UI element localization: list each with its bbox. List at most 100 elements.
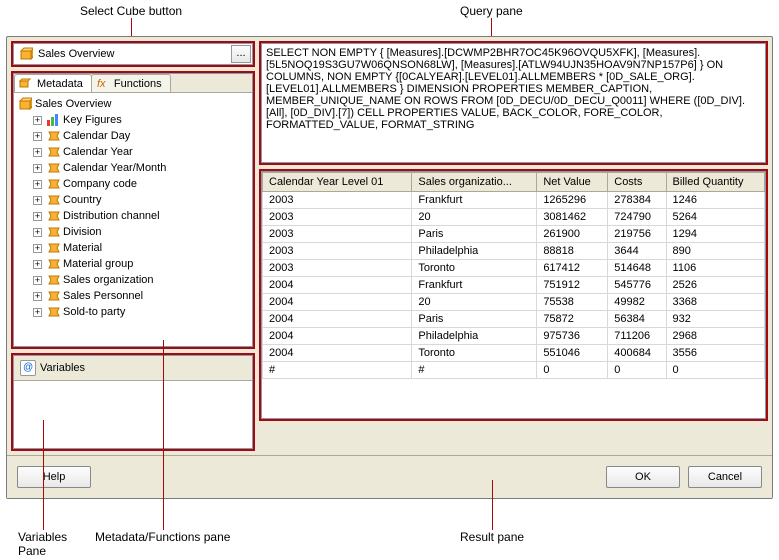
cell: 751912 <box>537 277 608 294</box>
column-header[interactable]: Billed Quantity <box>666 173 764 192</box>
annotation-metadata-pane: Metadata/Functions pane <box>95 530 230 544</box>
cell: 890 <box>666 243 764 260</box>
variables-body[interactable] <box>14 381 252 448</box>
cell: 88818 <box>537 243 608 260</box>
cell: 2003 <box>263 209 412 226</box>
tree-item[interactable]: + Material <box>16 240 250 256</box>
variables-title: Variables <box>40 362 85 374</box>
help-button[interactable]: Help <box>17 466 91 488</box>
tree-item[interactable]: +Sales organization <box>16 272 250 288</box>
cell: 75538 <box>537 294 608 311</box>
column-header[interactable]: Sales organizatio... <box>412 173 537 192</box>
tree-item[interactable]: +Key Figures <box>16 112 250 128</box>
cell: 2968 <box>666 328 764 345</box>
table-row[interactable]: 20032030814627247905264 <box>263 209 765 226</box>
cell: Philadelphia <box>412 243 537 260</box>
cell: 3081462 <box>537 209 608 226</box>
tree-item-label: Distribution channel <box>63 210 160 222</box>
table-row[interactable]: 2003Paris2619002197561294 <box>263 226 765 243</box>
expander-icon[interactable]: + <box>33 180 42 189</box>
cell: 75872 <box>537 311 608 328</box>
cell: 2003 <box>263 260 412 277</box>
tree-item[interactable]: +Country <box>16 192 250 208</box>
table-row[interactable]: 2004Philadelphia9757367112062968 <box>263 328 765 345</box>
table-row[interactable]: ##000 <box>263 362 765 379</box>
tree-item[interactable]: + Sold-to party <box>16 304 250 320</box>
cell: 1265296 <box>537 192 608 209</box>
cell: 261900 <box>537 226 608 243</box>
column-header[interactable]: Calendar Year Level 01 <box>263 173 412 192</box>
tree-item[interactable]: +Calendar Year <box>16 144 250 160</box>
table-row[interactable]: 2003Toronto6174125146481106 <box>263 260 765 277</box>
table-row[interactable]: 2004Toronto5510464006843556 <box>263 345 765 362</box>
expander-icon[interactable]: + <box>33 132 42 141</box>
expander-icon[interactable]: + <box>33 148 42 157</box>
cell: 3644 <box>608 243 666 260</box>
cell: 2004 <box>263 311 412 328</box>
tab-functions-label: Functions <box>114 78 162 90</box>
tab-metadata[interactable]: Metadata <box>14 74 92 92</box>
cell: 0 <box>537 362 608 379</box>
expander-icon[interactable]: + <box>33 308 42 317</box>
cell: 514648 <box>608 260 666 277</box>
cell: 0 <box>608 362 666 379</box>
cancel-button[interactable]: Cancel <box>688 466 762 488</box>
tabs: Metadata fx Functions <box>14 74 252 93</box>
cube-name: Sales Overview <box>38 48 230 60</box>
tree-item[interactable]: + Company code <box>16 176 250 192</box>
tree-item-label: Material <box>63 242 102 254</box>
table-row[interactable]: 2004Frankfurt7519125457762526 <box>263 277 765 294</box>
tree-item-label: Calendar Year/Month <box>63 162 166 174</box>
tree-item[interactable]: +Division <box>16 224 250 240</box>
tree-item[interactable]: + Calendar Year/Month <box>16 160 250 176</box>
annotation-select-cube: Select Cube button <box>80 4 182 18</box>
cell: 1106 <box>666 260 764 277</box>
tree-item-label: Sold-to party <box>63 306 125 318</box>
expander-icon[interactable]: + <box>33 292 42 301</box>
expander-icon[interactable]: + <box>33 212 42 221</box>
tree-item[interactable]: +Sales Personnel <box>16 288 250 304</box>
table-row[interactable]: 2003Philadelphia888183644890 <box>263 243 765 260</box>
expander-icon[interactable]: + <box>33 116 42 125</box>
dimension-icon <box>46 209 60 223</box>
expander-icon[interactable]: + <box>33 276 42 285</box>
cell: 1294 <box>666 226 764 243</box>
annotation-result-pane: Result pane <box>460 530 524 544</box>
column-header[interactable]: Costs <box>608 173 666 192</box>
table-row[interactable]: 2003Frankfurt12652962783841246 <box>263 192 765 209</box>
cube-selector[interactable]: Sales Overview ... <box>13 43 253 65</box>
tree-root[interactable]: Sales Overview <box>16 96 250 112</box>
cell: 400684 <box>608 345 666 362</box>
table-row[interactable]: 20042075538499823368 <box>263 294 765 311</box>
cell: 2003 <box>263 226 412 243</box>
tree-item[interactable]: +Material group <box>16 256 250 272</box>
cell: 2003 <box>263 192 412 209</box>
annotation-query-pane: Query pane <box>460 4 523 18</box>
metadata-tree[interactable]: Sales Overview +Key Figures+Calendar Day… <box>14 93 252 346</box>
cube-icon <box>18 97 32 111</box>
tree-item[interactable]: + Distribution channel <box>16 208 250 224</box>
tree-item-label: Calendar Day <box>63 130 130 142</box>
ok-button[interactable]: OK <box>606 466 680 488</box>
metadata-icon <box>19 77 33 91</box>
table-row[interactable]: 2004Paris7587256384932 <box>263 311 765 328</box>
dimension-icon <box>46 225 60 239</box>
result-grid[interactable]: Calendar Year Level 01Sales organizatio.… <box>262 172 765 379</box>
cell: 0 <box>666 362 764 379</box>
expander-icon[interactable]: + <box>33 196 42 205</box>
tree-item-label: Company code <box>63 178 137 190</box>
tab-functions[interactable]: fx Functions <box>91 74 171 92</box>
column-header[interactable]: Net Value <box>537 173 608 192</box>
dimension-icon <box>46 273 60 287</box>
tree-item[interactable]: + Calendar Day <box>16 128 250 144</box>
dimension-icon <box>46 289 60 303</box>
expander-icon[interactable]: + <box>33 164 42 173</box>
select-cube-button[interactable]: ... <box>231 45 251 63</box>
cell: 3368 <box>666 294 764 311</box>
mdx-query-input[interactable] <box>262 44 765 162</box>
expander-icon[interactable]: + <box>33 260 42 269</box>
expander-icon[interactable]: + <box>33 244 42 253</box>
cell: 278384 <box>608 192 666 209</box>
variables-header[interactable]: @ Variables <box>14 356 252 381</box>
expander-icon[interactable]: + <box>33 228 42 237</box>
